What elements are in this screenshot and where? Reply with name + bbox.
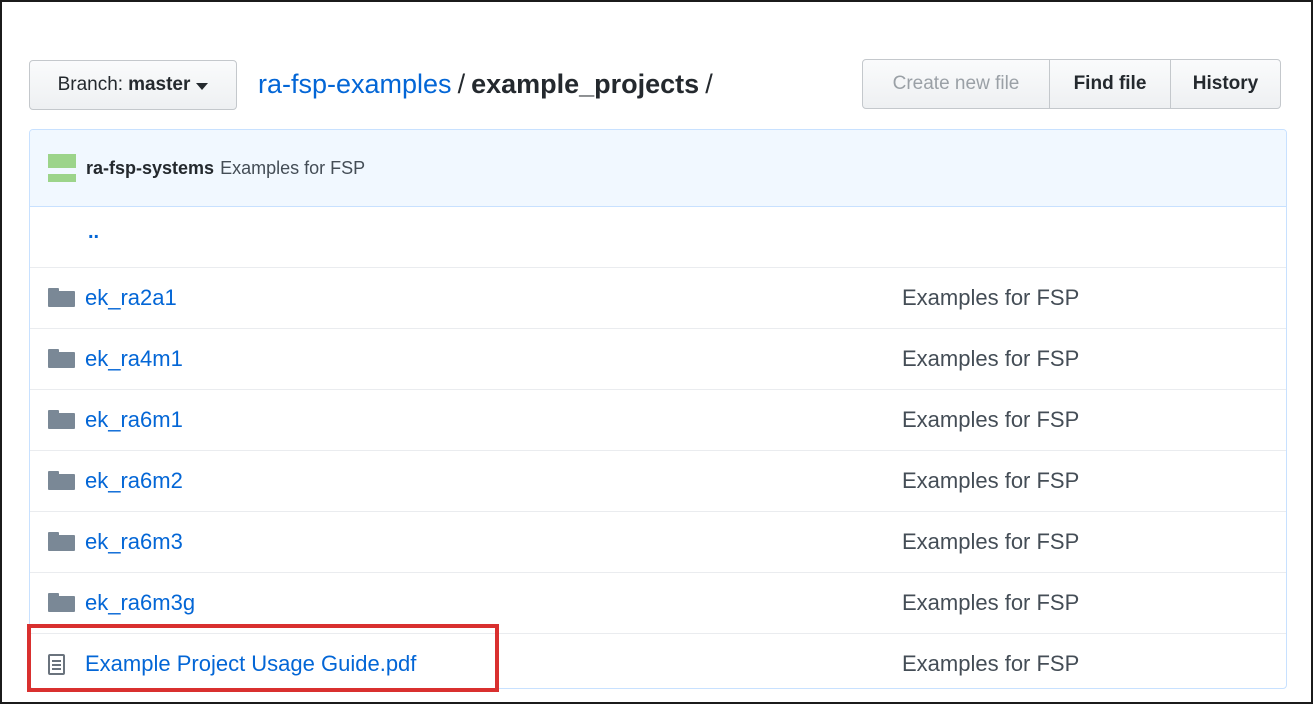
file-name-link[interactable]: ek_ra6m2: [85, 468, 183, 494]
file-name-link[interactable]: ek_ra6m3: [85, 529, 183, 555]
branch-select-button[interactable]: Branch: master: [29, 60, 237, 110]
file-text-icon: [48, 654, 65, 675]
folder-icon: [48, 593, 75, 612]
commit-message[interactable]: Examples for FSP: [220, 158, 365, 179]
folder-icon: [48, 410, 75, 429]
table-row: ek_ra2a1 Examples for FSP: [30, 267, 1286, 328]
find-file-button[interactable]: Find file: [1049, 60, 1170, 108]
avatar[interactable]: [48, 154, 76, 182]
table-row: ek_ra6m2 Examples for FSP: [30, 450, 1286, 511]
create-new-file-button[interactable]: Create new file: [863, 60, 1049, 108]
caret-down-icon: [196, 83, 209, 90]
latest-commit-bar: ra-fsp-systems Examples for FSP: [30, 130, 1286, 207]
parent-directory-row: ..: [30, 207, 1286, 267]
commit-message-link[interactable]: Examples for FSP: [902, 285, 1079, 311]
breadcrumb-trailing-separator: /: [705, 69, 713, 99]
file-actions-button-group: Create new file Find file History: [862, 59, 1281, 109]
file-name-link[interactable]: ek_ra6m3g: [85, 590, 195, 616]
folder-icon: [48, 288, 75, 307]
table-row: Example Project Usage Guide.pdf Examples…: [30, 633, 1286, 688]
parent-directory-link[interactable]: ..: [88, 221, 99, 244]
commit-message-link[interactable]: Examples for FSP: [902, 346, 1079, 372]
breadcrumb-separator: /: [457, 69, 466, 99]
table-row: ek_ra4m1 Examples for FSP: [30, 328, 1286, 389]
table-row: ek_ra6m3 Examples for FSP: [30, 511, 1286, 572]
breadcrumb-repo-link[interactable]: ra-fsp-examples: [258, 69, 452, 99]
history-button[interactable]: History: [1170, 60, 1280, 108]
commit-message-link[interactable]: Examples for FSP: [902, 468, 1079, 494]
file-name-link[interactable]: Example Project Usage Guide.pdf: [85, 651, 416, 677]
commit-message-link[interactable]: Examples for FSP: [902, 651, 1079, 677]
folder-icon: [48, 532, 75, 551]
page-frame: Branch: master ra-fsp-examples / example_p…: [0, 0, 1313, 704]
file-name-link[interactable]: ek_ra4m1: [85, 346, 183, 372]
commit-message-link[interactable]: Examples for FSP: [902, 407, 1079, 433]
folder-icon: [48, 471, 75, 490]
commit-message-link[interactable]: Examples for FSP: [902, 590, 1079, 616]
folder-icon: [48, 349, 75, 368]
file-listing: ra-fsp-systems Examples for FSP .. ek_ra…: [29, 129, 1287, 689]
file-name-link[interactable]: ek_ra2a1: [85, 285, 177, 311]
breadcrumb-current-dir: example_projects: [471, 69, 700, 99]
branch-label: Branch:: [57, 74, 124, 95]
branch-name: master: [128, 74, 191, 95]
commit-message-link[interactable]: Examples for FSP: [902, 529, 1079, 555]
commit-author-link[interactable]: ra-fsp-systems: [86, 158, 214, 179]
file-name-link[interactable]: ek_ra6m1: [85, 407, 183, 433]
breadcrumb: ra-fsp-examples / example_projects /: [258, 66, 719, 102]
table-row: ek_ra6m1 Examples for FSP: [30, 389, 1286, 450]
table-row: ek_ra6m3g Examples for FSP: [30, 572, 1286, 633]
